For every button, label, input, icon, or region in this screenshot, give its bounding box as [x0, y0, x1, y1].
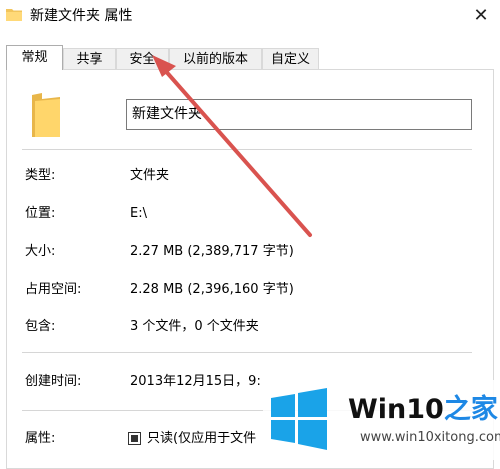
size-label: 大小: — [25, 244, 56, 259]
created-value: 2013年12月15日，9: — [130, 374, 261, 389]
folder-icon — [32, 93, 60, 137]
tab-customize-label: 自定义 — [270, 52, 310, 67]
tab-sharing[interactable]: 共享 — [63, 48, 116, 69]
tab-security[interactable]: 安全 — [116, 48, 169, 69]
folder-name-input[interactable]: 新建文件夹 — [126, 99, 472, 130]
tab-general[interactable]: 常规 — [6, 45, 63, 70]
attributes-label: 属性: — [25, 431, 56, 446]
type-value: 文件夹 — [130, 168, 170, 183]
folder-name-value: 新建文件夹 — [132, 106, 202, 122]
tab-customize[interactable]: 自定义 — [262, 48, 319, 69]
watermark-url: www.win10xitong.com — [360, 430, 500, 445]
title-bar: 新建文件夹 属性 ✕ — [0, 0, 500, 34]
separator — [22, 352, 472, 353]
size-on-disk-value: 2.28 MB (2,396,160 字节) — [130, 282, 294, 297]
close-icon: ✕ — [473, 5, 489, 26]
window-title: 新建文件夹 属性 — [30, 8, 133, 24]
watermark: Win10之家 www.win10xitong.com — [263, 380, 500, 460]
size-value: 2.27 MB (2,389,717 字节) — [130, 244, 294, 259]
windows-logo-icon — [271, 388, 327, 450]
location-label: 位置: — [25, 206, 56, 221]
watermark-title-accent: 之家 — [443, 394, 498, 425]
readonly-checkbox[interactable] — [128, 432, 141, 445]
watermark-title: Win10之家 — [348, 394, 498, 426]
tab-general-label: 常规 — [21, 50, 48, 65]
tab-previous-versions-label: 以前的版本 — [182, 52, 248, 67]
type-label: 类型: — [25, 168, 56, 183]
separator — [22, 149, 472, 150]
readonly-label[interactable]: 只读(仅应用于文件 — [147, 430, 256, 448]
contains-value: 3 个文件，0 个文件夹 — [130, 319, 259, 334]
folder-icon — [6, 9, 22, 21]
tab-sharing-label: 共享 — [76, 52, 103, 67]
contains-label: 包含: — [25, 319, 56, 334]
tab-security-label: 安全 — [129, 52, 156, 67]
size-on-disk-label: 占用空间: — [25, 282, 82, 297]
location-value: E:\ — [130, 206, 147, 221]
tab-previous-versions[interactable]: 以前的版本 — [169, 48, 262, 69]
close-button[interactable]: ✕ — [466, 2, 496, 30]
watermark-title-main: Win10 — [348, 394, 444, 425]
created-label: 创建时间: — [25, 374, 82, 389]
